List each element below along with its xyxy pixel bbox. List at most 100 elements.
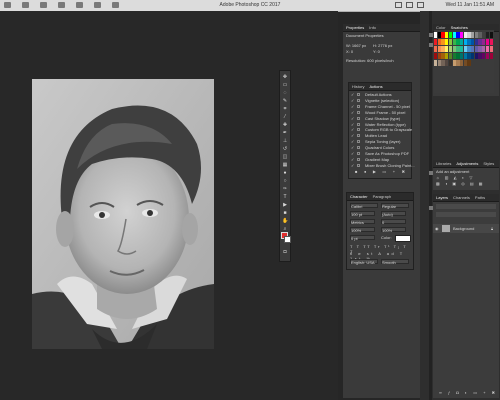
brush-tool-icon[interactable]: ✒ (282, 130, 288, 136)
adjustment-icons-row1[interactable]: ☼ ▥ ◭ ◐ ▽ (436, 175, 474, 180)
adjust-layer-icon[interactable]: ◐ (465, 390, 467, 395)
dialog-toggle-icon[interactable] (357, 157, 360, 161)
group-icon[interactable]: ▭ (473, 390, 477, 395)
action-item[interactable]: ✓ Water Reflection (type) (349, 122, 411, 128)
tab-libraries[interactable]: Libraries (436, 161, 451, 166)
new-action-icon[interactable]: + (393, 169, 395, 174)
eraser-tool-icon[interactable]: ◫ (282, 154, 288, 160)
action-item[interactable]: ✓ Frame Channel - 50 pixel (349, 104, 411, 110)
check-icon[interactable]: ✓ (351, 127, 355, 132)
antialias-select[interactable]: Smooth (381, 259, 409, 265)
doc-y[interactable]: Y: 0 (373, 49, 380, 54)
tab-character[interactable]: Character (350, 194, 368, 199)
new-layer-icon[interactable]: + (483, 390, 485, 395)
font-family-select[interactable]: Calibri (350, 203, 378, 209)
dodge-tool-icon[interactable]: ○ (282, 178, 288, 184)
check-icon[interactable]: ✓ (351, 122, 355, 127)
check-icon[interactable]: ✓ (351, 104, 355, 109)
layer-name[interactable]: Background (453, 226, 474, 231)
color-swatch[interactable] (467, 60, 471, 66)
tracking-field[interactable]: 0 (381, 219, 406, 225)
dialog-toggle-icon[interactable] (357, 128, 360, 132)
action-item[interactable]: ✓ Vignette (selection) (349, 98, 411, 104)
check-icon[interactable]: ✓ (351, 157, 355, 162)
marquee-tool-icon[interactable]: ▭ (282, 82, 288, 88)
dialog-toggle-icon[interactable] (357, 146, 360, 150)
gradient-tool-icon[interactable]: ▦ (282, 162, 288, 168)
action-item[interactable]: ✓ Quadrant Colors (349, 145, 411, 151)
background-swatch[interactable] (284, 236, 291, 243)
dialog-toggle-icon[interactable] (357, 104, 360, 108)
dialog-toggle-icon[interactable] (357, 116, 360, 120)
color-swatch[interactable] (489, 46, 493, 52)
color-swatch[interactable] (489, 53, 493, 59)
check-icon[interactable]: ✓ (351, 116, 355, 121)
dialog-toggle-icon[interactable] (357, 122, 360, 126)
blur-tool-icon[interactable]: ● (282, 170, 288, 176)
lasso-tool-icon[interactable]: ◌ (282, 90, 288, 96)
check-icon[interactable]: ✓ (351, 110, 355, 115)
new-set-icon[interactable]: ▭ (382, 169, 386, 174)
dialog-toggle-icon[interactable] (357, 140, 360, 144)
lock-icon[interactable]: 🔒︎ (491, 226, 493, 231)
clone-stamp-tool-icon[interactable]: ⊥ (282, 138, 288, 144)
record-icon[interactable]: ● (364, 169, 366, 174)
adjustment-icons-row2[interactable]: ▩ ◑ ▣ ◎ ▤ ▦ (436, 181, 485, 186)
tab-layers[interactable]: Layers (436, 195, 448, 200)
text-color-swatch[interactable] (395, 235, 411, 242)
pen-tool-icon[interactable]: ✑ (282, 186, 288, 192)
color-swatch[interactable] (489, 39, 493, 45)
hand-tool-icon[interactable]: ✋ (282, 218, 288, 224)
dialog-toggle-icon[interactable] (357, 110, 360, 114)
check-icon[interactable]: ✓ (351, 163, 355, 168)
action-item[interactable]: ✓ Default Actions (349, 92, 411, 98)
wifi-icon[interactable] (395, 2, 402, 8)
check-icon[interactable]: ✓ (351, 145, 355, 150)
tab-properties[interactable]: Properties (346, 25, 364, 30)
check-icon[interactable]: ✓ (351, 139, 355, 144)
vertical-scale-field[interactable]: 100% (350, 227, 375, 233)
stop-icon[interactable]: ■ (355, 169, 357, 174)
language-select[interactable]: English: USA (350, 259, 378, 265)
tab-info[interactable]: Info (369, 25, 376, 30)
tab-history[interactable]: History (352, 84, 364, 89)
mask-icon[interactable]: ◘ (456, 390, 458, 395)
dialog-toggle-icon[interactable] (357, 152, 360, 155)
check-icon[interactable]: ✓ (351, 133, 355, 138)
color-swatch[interactable] (489, 32, 493, 38)
action-item[interactable]: ✓ Cast Shadow (type) (349, 116, 411, 122)
tab-adjustments[interactable]: Adjustments (456, 161, 478, 166)
action-item[interactable]: ✓ Gradient Map (349, 157, 411, 163)
crop-tool-icon[interactable]: ⌗ (282, 106, 288, 112)
foreground-background-colors[interactable] (281, 232, 291, 243)
tab-actions[interactable]: Actions (369, 84, 382, 89)
check-icon[interactable]: ✓ (351, 92, 355, 97)
kerning-field[interactable]: Metrics (350, 219, 375, 225)
baseline-field[interactable]: 0 pt (350, 235, 375, 241)
action-item[interactable]: ✓ Save As Photoshop PDF (349, 151, 411, 157)
volume-icon[interactable] (406, 2, 413, 8)
check-icon[interactable]: ✓ (351, 151, 355, 156)
action-item[interactable]: ✓ Mixer Brush Cloning Paint... (349, 163, 415, 169)
dialog-toggle-icon[interactable] (357, 163, 360, 167)
battery-icon[interactable] (417, 2, 424, 8)
path-select-tool-icon[interactable]: ▶ (282, 202, 288, 208)
action-item[interactable]: ✓ Wood Frame - 50 pixel (349, 110, 411, 116)
healing-brush-tool-icon[interactable]: ✚ (282, 122, 288, 128)
dialog-toggle-icon[interactable] (357, 134, 360, 138)
dialog-toggle-icon[interactable] (357, 93, 360, 96)
dialog-toggle-icon[interactable] (357, 98, 360, 102)
action-item[interactable]: ✓ Sepia Toning (layer) (349, 139, 411, 145)
font-style-select[interactable]: Regular (381, 203, 409, 209)
quick-mask-icon[interactable]: ◘ (282, 249, 288, 255)
doc-height[interactable]: H: 2776 px (373, 43, 392, 48)
horizontal-scale-field[interactable]: 100% (381, 227, 406, 233)
tab-paths[interactable]: Paths (475, 195, 485, 200)
blend-mode-bar[interactable] (436, 212, 496, 217)
trash-icon[interactable]: ✖ (402, 169, 405, 174)
visibility-eye-icon[interactable]: ◉ (435, 226, 439, 231)
action-item[interactable]: ✓ Custom RGB to Grayscale (349, 127, 412, 133)
doc-width[interactable]: W: 1667 px (346, 43, 366, 48)
move-tool-icon[interactable]: ✥ (282, 74, 288, 80)
doc-x[interactable]: X: 0 (346, 49, 353, 54)
